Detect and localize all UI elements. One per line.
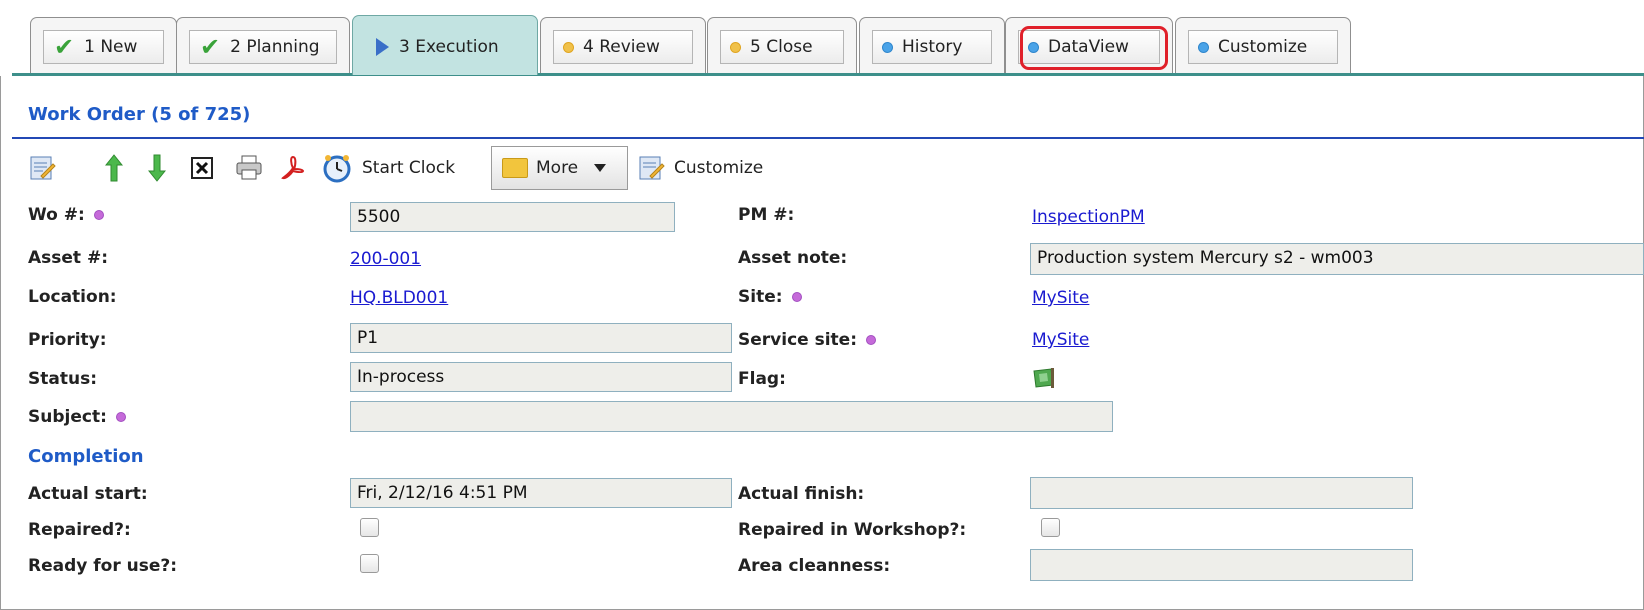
clock-icon bbox=[323, 155, 351, 183]
status-label: Status: bbox=[28, 369, 97, 389]
asset-note-label: Asset note: bbox=[738, 248, 848, 268]
arrow-up-icon[interactable] bbox=[102, 152, 126, 184]
subject-label: Subject: bbox=[28, 407, 125, 427]
actual-start-label: Actual start: bbox=[28, 484, 148, 504]
tab-new[interactable]: ✔ 1 New bbox=[30, 17, 177, 73]
blue-dot-icon bbox=[1199, 42, 1208, 52]
edit-icon[interactable] bbox=[28, 152, 58, 184]
play-icon bbox=[376, 38, 389, 56]
location-label: Location: bbox=[28, 287, 117, 307]
repaired-label: Repaired?: bbox=[28, 520, 131, 540]
service-site-label-text: Service site: bbox=[738, 330, 857, 350]
repaired-checkbox[interactable] bbox=[360, 518, 379, 537]
more-label: More bbox=[536, 158, 579, 178]
tab-customize[interactable]: Customize bbox=[1175, 17, 1351, 73]
tab-label: 1 New bbox=[84, 37, 138, 57]
ready-for-use-label: Ready for use?: bbox=[28, 556, 178, 576]
location-link[interactable]: HQ.BLD001 bbox=[350, 288, 448, 308]
flag-icon[interactable] bbox=[1030, 366, 1058, 390]
site-link[interactable]: MySite bbox=[1032, 288, 1089, 308]
service-site-link[interactable]: MySite bbox=[1032, 330, 1089, 350]
ready-for-use-checkbox[interactable] bbox=[360, 554, 379, 573]
start-clock-label: Start Clock bbox=[362, 158, 456, 178]
site-label: Site: bbox=[738, 287, 801, 307]
wo-number-field[interactable]: 5500 bbox=[350, 202, 675, 232]
flag-label: Flag: bbox=[738, 369, 786, 389]
tab-label: 4 Review bbox=[583, 37, 660, 57]
service-site-label: Service site: bbox=[738, 330, 875, 350]
customize-button[interactable]: Customize bbox=[638, 150, 774, 186]
tab-close[interactable]: 5 Close bbox=[707, 17, 857, 73]
check-icon: ✔ bbox=[200, 33, 221, 61]
area-cleanness-field[interactable] bbox=[1030, 549, 1413, 581]
tab-label: 5 Close bbox=[750, 37, 813, 57]
tab-baseline bbox=[12, 73, 1644, 76]
actual-finish-label: Actual finish: bbox=[738, 484, 865, 504]
yellow-dot-icon bbox=[731, 42, 740, 52]
site-label-text: Site: bbox=[738, 287, 783, 307]
asset-number-link[interactable]: 200-001 bbox=[350, 249, 421, 269]
wo-number-label-text: Wo #: bbox=[28, 205, 85, 225]
tab-bar: ✔ 1 New ✔ 2 Planning 3 Execution 4 Review … bbox=[0, 0, 1644, 76]
required-dot-icon bbox=[116, 413, 125, 421]
tab-planning[interactable]: ✔ 2 Planning bbox=[176, 17, 350, 73]
tab-history[interactable]: History bbox=[859, 17, 1005, 73]
status-field[interactable]: In-process bbox=[350, 362, 732, 392]
area-cleanness-label: Area cleanness: bbox=[738, 556, 891, 576]
customize-icon bbox=[639, 156, 665, 180]
start-clock-button[interactable]: Start Clock bbox=[322, 150, 468, 186]
tab-execution[interactable]: 3 Execution bbox=[352, 15, 538, 75]
blue-dot-icon bbox=[883, 42, 892, 52]
tab-review[interactable]: 4 Review bbox=[540, 17, 706, 73]
completion-section-title: Completion bbox=[28, 446, 144, 467]
repaired-in-workshop-checkbox[interactable] bbox=[1041, 518, 1060, 537]
page-title: Work Order (5 of 725) bbox=[28, 104, 251, 125]
wo-number-label: Wo #: bbox=[28, 205, 103, 225]
required-dot-icon bbox=[867, 336, 875, 344]
arrow-down-icon[interactable] bbox=[145, 152, 169, 184]
folder-icon bbox=[502, 158, 528, 178]
required-dot-icon bbox=[792, 293, 801, 301]
dataview-highlight-outline bbox=[1020, 26, 1168, 70]
delete-icon[interactable] bbox=[189, 154, 215, 182]
tab-label: 3 Execution bbox=[399, 37, 499, 57]
tab-label: 2 Planning bbox=[230, 37, 320, 57]
check-icon: ✔ bbox=[54, 33, 75, 61]
repaired-in-workshop-label: Repaired in Workshop?: bbox=[738, 520, 967, 540]
pdf-icon[interactable] bbox=[278, 152, 308, 184]
subject-label-text: Subject: bbox=[28, 407, 107, 427]
pm-number-label: PM #: bbox=[738, 205, 795, 225]
pm-number-link[interactable]: InspectionPM bbox=[1032, 207, 1145, 227]
tab-label: Customize bbox=[1218, 37, 1308, 57]
more-dropdown-button[interactable]: More bbox=[491, 146, 628, 190]
print-icon[interactable] bbox=[234, 152, 264, 184]
asset-note-field[interactable]: Production system Mercury s2 - wm003 bbox=[1030, 243, 1644, 275]
asset-number-label: Asset #: bbox=[28, 248, 109, 268]
subject-field[interactable] bbox=[350, 401, 1113, 432]
priority-field[interactable]: P1 bbox=[350, 323, 732, 353]
required-dot-icon bbox=[94, 211, 103, 219]
tab-label: History bbox=[902, 37, 963, 57]
priority-label: Priority: bbox=[28, 330, 107, 350]
actual-start-field[interactable]: Fri, 2/12/16 4:51 PM bbox=[350, 478, 732, 508]
chevron-down-icon bbox=[594, 164, 607, 172]
title-divider bbox=[12, 137, 1644, 139]
yellow-dot-icon bbox=[564, 42, 573, 52]
customize-label: Customize bbox=[674, 158, 764, 178]
actual-finish-field[interactable] bbox=[1030, 477, 1413, 509]
window-frame bbox=[0, 0, 1644, 610]
